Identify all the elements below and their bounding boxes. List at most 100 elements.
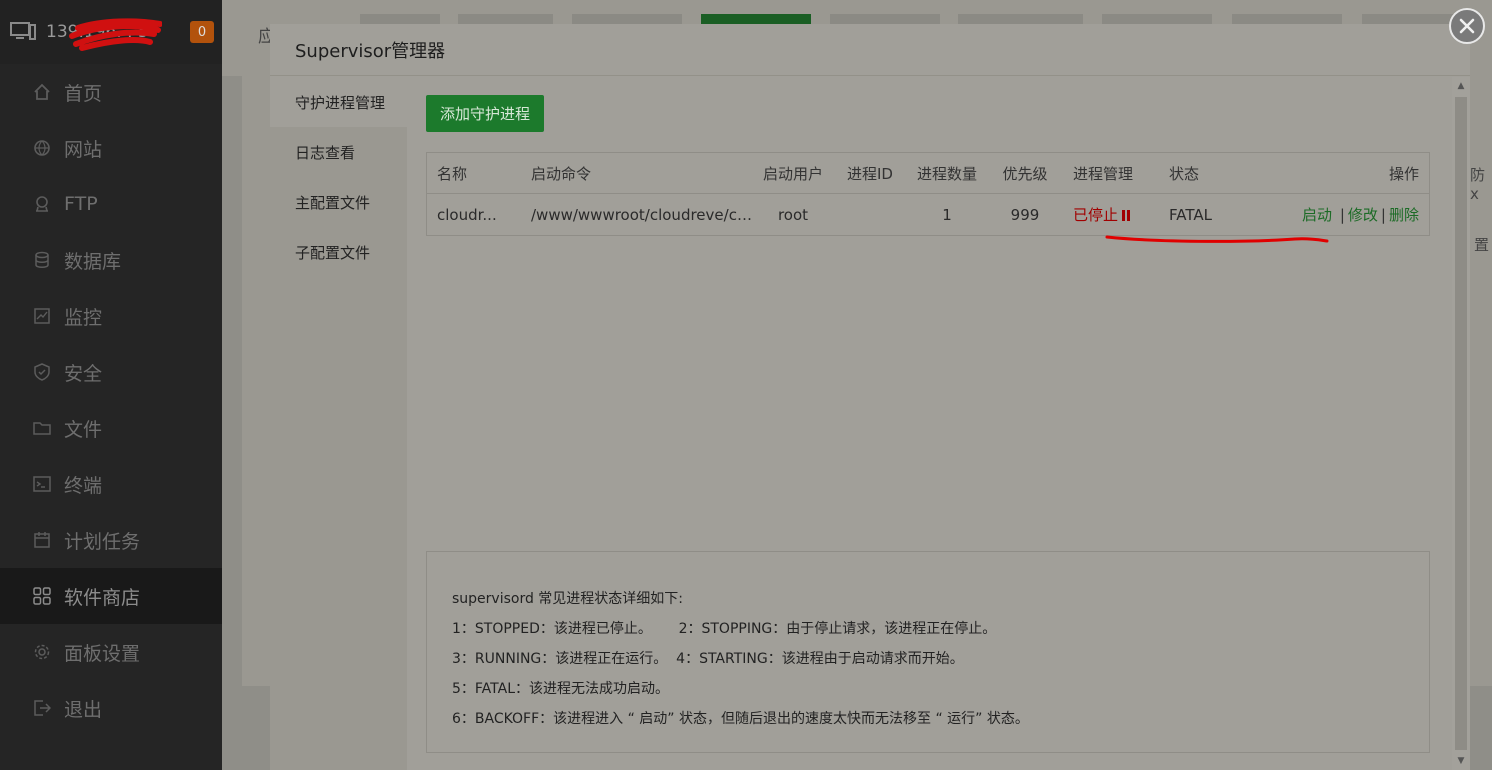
ops-separator: |: [1380, 206, 1386, 224]
sidebar-item-monitor[interactable]: 监控: [0, 288, 222, 344]
sidebar-item-label: 面板设置: [64, 642, 141, 665]
close-icon: [1459, 18, 1475, 34]
modal-content: 添加守护进程 名称 启动命令 启动用户 进程ID 进程数量 优先级 进程管理 状…: [407, 77, 1452, 770]
background-tab: [360, 14, 440, 24]
sidebar-item-logout[interactable]: 退出: [0, 680, 222, 736]
notes-line: 1：STOPPED：该进程已停止。 2：STOPPING：由于停止请求，该进程正…: [452, 621, 997, 637]
tab-process-management[interactable]: 守护进程管理: [270, 77, 407, 127]
sidebar-item-website[interactable]: 网站: [0, 120, 222, 176]
monitor-icon: [32, 306, 52, 326]
close-modal-button[interactable]: [1449, 8, 1485, 44]
sidebar-item-label: 退出: [64, 698, 103, 721]
notes-line: 3：RUNNING：该进程正在运行。 4：STARTING：该进程由于启动请求而…: [452, 651, 964, 667]
sidebar-item-label: 监控: [64, 306, 103, 329]
col-priority: 优先级: [1002, 164, 1048, 183]
globe-icon: [32, 138, 52, 158]
scroll-down-arrow-icon[interactable]: ▼: [1452, 752, 1470, 770]
delete-link[interactable]: 删除: [1389, 206, 1419, 224]
background-tab-active: [701, 14, 811, 24]
sidebar-item-cron[interactable]: 计划任务: [0, 512, 222, 568]
host-ip: 139.196. . 5: [46, 18, 162, 51]
pause-icon: [1122, 210, 1126, 221]
col-ops: 操作: [1388, 164, 1419, 183]
cell-count: 1: [942, 205, 952, 224]
background-tab: [1362, 14, 1462, 24]
ops-separator: |: [1339, 206, 1345, 224]
background-text: 置: [1474, 236, 1490, 254]
grid-icon: [32, 586, 52, 606]
status-notes: supervisord 常见进程状态详细如下: 1：STOPPED：该进程已停止…: [426, 551, 1430, 753]
background-tab: [958, 14, 1083, 24]
calendar-icon: [32, 530, 52, 550]
tab-main-config[interactable]: 主配置文件: [270, 177, 407, 227]
notes-line: 5：FATAL：该进程无法成功启动。: [452, 681, 670, 697]
shield-icon: [32, 362, 52, 382]
sidebar-item-label: 数据库: [64, 250, 122, 273]
cell-user: root: [777, 205, 809, 224]
sidebar-item-files[interactable]: 文件: [0, 400, 222, 456]
cell-manage[interactable]: 已停止: [1063, 204, 1159, 225]
monitor-icon: [10, 22, 36, 40]
sidebar-item-home[interactable]: 首页: [0, 64, 222, 120]
background-tab: [1102, 14, 1212, 24]
col-pid: 进程ID: [847, 164, 893, 183]
gear-icon: [32, 642, 52, 662]
sidebar-item-label: 网站: [64, 138, 103, 161]
process-table: 名称 启动命令 启动用户 进程ID 进程数量 优先级 进程管理 状态 操作 cl…: [426, 152, 1430, 236]
logout-icon: [32, 698, 52, 718]
cell-priority: 999: [1010, 205, 1040, 224]
notes-line: supervisord 常见进程状态详细如下:: [452, 591, 684, 607]
col-name: 名称: [437, 164, 468, 183]
cell-ops: 启动 | 修改 | 删除: [1233, 204, 1429, 225]
background-tab: [1232, 14, 1342, 24]
sidebar-item-ftp[interactable]: FTP: [0, 176, 222, 232]
sidebar-item-panel-settings[interactable]: 面板设置: [0, 624, 222, 680]
redaction-scribble: [69, 18, 162, 51]
sidebar-item-security[interactable]: 安全: [0, 344, 222, 400]
start-link[interactable]: 启动: [1302, 206, 1332, 224]
table-row: cloudr... /www/wwwroot/cloudreve/cl... r…: [427, 194, 1429, 235]
modal-scrollbar[interactable]: ▲ ▼: [1452, 77, 1470, 770]
edit-link[interactable]: 修改: [1348, 206, 1378, 224]
background-tab: [830, 14, 940, 24]
scroll-up-arrow-icon[interactable]: ▲: [1452, 77, 1470, 95]
home-icon: [32, 82, 52, 102]
cell-name: cloudr...: [437, 205, 497, 224]
sidebar-item-label: 文件: [64, 418, 103, 441]
sidebar: 139.196. . 5 0 首页 网站 FTP 数据库 监控 安全 文件 终端: [0, 0, 222, 770]
sidebar-item-label: 计划任务: [64, 530, 141, 553]
red-underline-annotation: [1105, 235, 1329, 243]
col-state: 状态: [1169, 164, 1200, 183]
col-command: 启动命令: [531, 164, 592, 183]
sidebar-item-label: 首页: [64, 82, 103, 105]
notification-badge[interactable]: 0: [190, 21, 214, 43]
scroll-thumb[interactable]: [1455, 97, 1467, 750]
ftp-icon: [32, 194, 52, 214]
tab-sub-config[interactable]: 子配置文件: [270, 227, 407, 277]
notes-line: 6：BACKOFF：该进程进入 “ 启动” 状态，但随后退出的速度太快而无法移至…: [452, 711, 1029, 727]
database-icon: [32, 250, 52, 270]
cell-command: /www/wwwroot/cloudreve/cl...: [531, 205, 753, 224]
sidebar-item-label: 软件商店: [64, 586, 141, 609]
window-bottom-edge: [0, 770, 1492, 776]
sidebar-header: 139.196. . 5 0: [0, 0, 222, 64]
background-tab: [458, 14, 553, 24]
table-header: 名称 启动命令 启动用户 进程ID 进程数量 优先级 进程管理 状态 操作: [427, 153, 1429, 194]
add-daemon-button[interactable]: 添加守护进程: [426, 95, 544, 132]
background-text: 防x: [1470, 166, 1486, 203]
col-count: 进程数量: [916, 164, 977, 183]
modal-title: Supervisor管理器: [270, 24, 1470, 76]
col-user: 启动用户: [762, 164, 823, 183]
cell-state: FATAL: [1169, 205, 1212, 224]
supervisor-modal: Supervisor管理器 守护进程管理 日志查看 主配置文件 子配置文件 添加…: [270, 24, 1470, 770]
background-tab: [572, 14, 682, 24]
sidebar-item-app-store[interactable]: 软件商店: [0, 568, 222, 624]
status-stopped-label: 已停止: [1073, 206, 1119, 224]
col-manage: 进程管理: [1073, 164, 1134, 183]
folder-icon: [32, 418, 52, 438]
tab-log-view[interactable]: 日志查看: [270, 127, 407, 177]
modal-tab-list: 守护进程管理 日志查看 主配置文件 子配置文件: [270, 77, 407, 770]
sidebar-item-terminal[interactable]: 终端: [0, 456, 222, 512]
sidebar-item-database[interactable]: 数据库: [0, 232, 222, 288]
terminal-icon: [32, 474, 52, 494]
